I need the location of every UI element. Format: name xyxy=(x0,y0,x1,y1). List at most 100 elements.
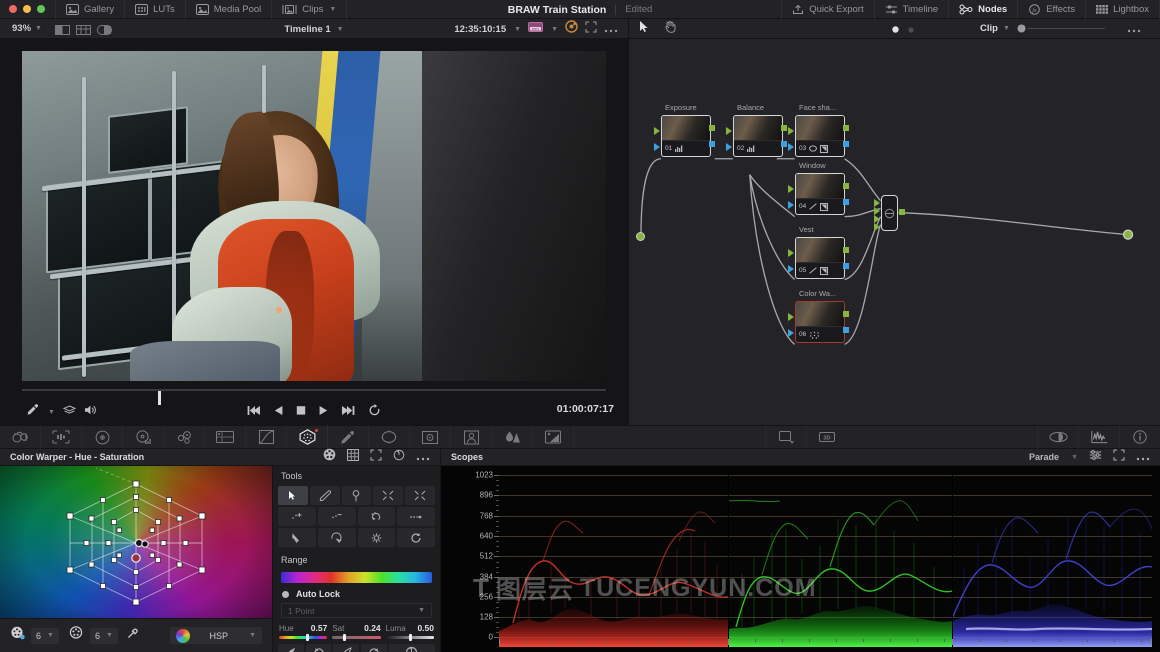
spread-tool-button[interactable] xyxy=(357,528,396,547)
tracker-button[interactable] xyxy=(410,425,451,449)
wipe-view-icon[interactable] xyxy=(96,23,113,35)
split-view-icon[interactable] xyxy=(54,23,71,35)
curves-button[interactable] xyxy=(246,425,287,449)
node-zoom-slider[interactable] xyxy=(1027,28,1105,29)
node-06-input-blue[interactable] xyxy=(788,329,794,337)
stop-button[interactable] xyxy=(296,403,306,421)
node-01[interactable]: 01 xyxy=(661,115,711,157)
node-03-input-green[interactable] xyxy=(788,127,794,135)
node-05-input-blue[interactable] xyxy=(788,265,794,273)
scopes-button[interactable] xyxy=(1078,425,1119,449)
redo-button[interactable] xyxy=(361,644,387,652)
pen-tool-button[interactable] xyxy=(309,486,340,505)
chevron-down-icon[interactable]: ▼ xyxy=(47,632,54,639)
brush-alt-button[interactable] xyxy=(333,644,360,652)
play-button[interactable] xyxy=(319,403,328,421)
luma-slider[interactable]: Luma 0.50 xyxy=(385,623,434,641)
luts-button[interactable]: LUTs xyxy=(125,0,186,19)
sat-slider[interactable]: Sat 0.24 xyxy=(332,623,381,641)
maximize-window-icon[interactable] xyxy=(37,5,45,13)
media-pool-button[interactable]: Media Pool xyxy=(186,0,273,19)
gallery-button[interactable]: Gallery xyxy=(55,0,126,19)
key-button[interactable] xyxy=(533,425,574,449)
viewer-options-icon[interactable] xyxy=(604,20,618,38)
add-point-button[interactable] xyxy=(278,507,316,526)
lasso-tool-button[interactable] xyxy=(317,528,356,547)
pan-tool-icon[interactable] xyxy=(664,20,677,38)
point-count-select[interactable]: 1 Point ▼ xyxy=(281,603,432,618)
node-02[interactable]: 02 xyxy=(733,115,783,157)
chevron-down-icon[interactable]: ▼ xyxy=(249,632,256,639)
loop-button[interactable] xyxy=(368,403,381,421)
warper-mesh[interactable] xyxy=(0,466,272,618)
node-06-output-blue[interactable] xyxy=(843,327,849,333)
node-01-input-green[interactable] xyxy=(654,127,660,135)
still-chevron-icon[interactable]: ▼ xyxy=(551,26,558,33)
stereo-3d-button[interactable]: 3D xyxy=(805,425,847,449)
magic-mask-button[interactable] xyxy=(451,425,492,449)
scope-fullscreen-icon[interactable] xyxy=(1113,448,1125,466)
distribute-points-button[interactable] xyxy=(397,507,435,526)
program-monitor-image[interactable] xyxy=(22,51,606,381)
play-reverse-button[interactable] xyxy=(274,403,283,421)
color-warper-grid[interactable] xyxy=(0,466,272,618)
output-node[interactable] xyxy=(881,195,898,231)
node-06[interactable]: 06 xyxy=(795,301,845,343)
node-03-output-green[interactable] xyxy=(843,125,849,131)
info-button[interactable] xyxy=(1119,425,1160,449)
color-wheels-button[interactable] xyxy=(82,425,123,449)
expand-tool-button[interactable] xyxy=(405,486,435,505)
window-controls[interactable] xyxy=(0,5,45,13)
scope-mode-chevron-icon[interactable]: ▼ xyxy=(1071,454,1078,461)
warper-grid-v-select[interactable]: 6 ▼ xyxy=(89,627,118,644)
swap-points-button[interactable] xyxy=(357,507,396,526)
node-03[interactable]: 03 xyxy=(795,115,845,157)
selection-tool-icon[interactable] xyxy=(639,20,650,38)
output-node-input-1[interactable] xyxy=(874,199,880,207)
contract-tool-button[interactable] xyxy=(373,486,404,505)
zoom-level[interactable]: 93% xyxy=(0,23,31,34)
node-options-icon[interactable] xyxy=(1127,20,1141,38)
color-warper-grid-button[interactable] xyxy=(205,425,246,449)
timeline-button[interactable]: Timeline xyxy=(875,0,950,19)
color-space-select[interactable]: HSP ▼ xyxy=(169,627,262,644)
blur-button[interactable] xyxy=(492,425,533,449)
warper-grid-mode-icon[interactable] xyxy=(347,448,359,466)
scrubber-track[interactable] xyxy=(22,389,606,405)
node-04-input-green[interactable] xyxy=(788,185,794,193)
node-02-output-green[interactable] xyxy=(781,125,787,131)
clip-mode-chevron-icon[interactable]: ▼ xyxy=(1003,25,1010,32)
node-04-input-blue[interactable] xyxy=(788,201,794,209)
still-frame-icon[interactable]: PICT xyxy=(528,20,544,38)
scope-settings-icon[interactable] xyxy=(1089,448,1102,466)
reset-all-button[interactable] xyxy=(388,644,435,652)
node-01-output-green[interactable] xyxy=(709,125,715,131)
warper-hex-grid-icon[interactable] xyxy=(10,626,25,645)
node-03-output-blue[interactable] xyxy=(843,141,849,147)
color-match-button[interactable] xyxy=(41,425,82,449)
node-06-input-green[interactable] xyxy=(788,313,794,321)
chevron-down-icon[interactable]: ▼ xyxy=(329,6,336,13)
node-05-output-green[interactable] xyxy=(843,247,849,253)
node-graph-panel[interactable]: Exposure 01 Balance 02 Face sha... 03 Wi… xyxy=(628,39,1160,425)
grid-view-icon[interactable] xyxy=(75,23,92,35)
output-node-input-2[interactable] xyxy=(874,207,880,215)
warper-fit-icon[interactable] xyxy=(370,448,382,466)
brush-button[interactable] xyxy=(278,644,304,652)
quick-export-button[interactable]: Quick Export xyxy=(781,0,875,19)
node-01-input-blue[interactable] xyxy=(654,143,660,151)
scope-options-icon[interactable] xyxy=(1136,448,1150,466)
warper-link-icon[interactable] xyxy=(126,627,139,645)
node-view-dot-inactive[interactable] xyxy=(908,20,914,38)
node-05-output-blue[interactable] xyxy=(843,263,849,269)
warper-grid-h-select[interactable]: 6 ▼ xyxy=(31,627,59,644)
node-01-output-blue[interactable] xyxy=(709,141,715,147)
qualifier-button[interactable] xyxy=(328,425,369,449)
select-tool-button[interactable] xyxy=(278,486,308,505)
scope-mode-label[interactable]: Parade xyxy=(1029,452,1059,462)
clips-button[interactable]: Clips ▼ xyxy=(272,0,348,19)
node-04[interactable]: 04 xyxy=(795,173,845,215)
zoom-chevron-icon[interactable]: ▼ xyxy=(35,25,42,32)
node-02-input-green[interactable] xyxy=(726,127,732,135)
close-window-icon[interactable] xyxy=(9,5,17,13)
